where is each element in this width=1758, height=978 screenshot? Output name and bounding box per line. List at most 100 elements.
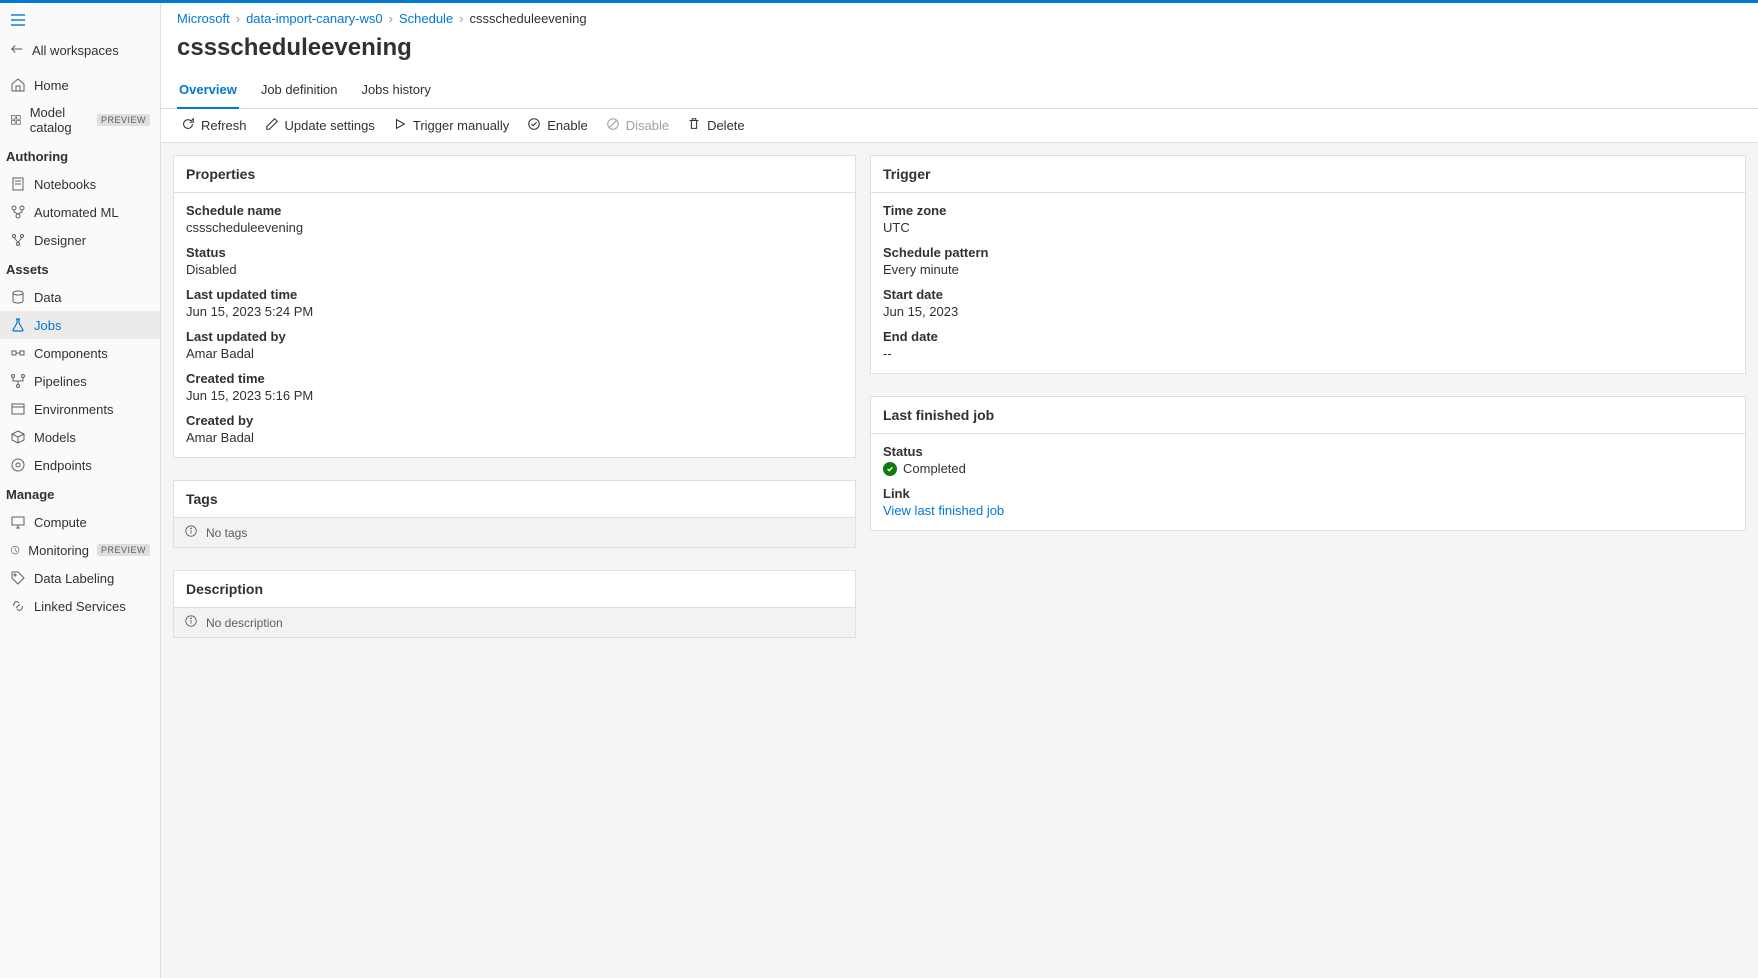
schedule-pattern-label: Schedule pattern [883, 245, 1733, 260]
hamburger-icon[interactable] [10, 15, 26, 30]
timezone-label: Time zone [883, 203, 1733, 218]
sidebar-item-pipelines[interactable]: Pipelines [0, 367, 160, 395]
sidebar-item-environments[interactable]: Environments [0, 395, 160, 423]
data-icon [10, 289, 26, 305]
disable-button: Disable [606, 117, 669, 134]
delete-button[interactable]: Delete [687, 117, 745, 134]
sidebar-item-label: Model catalog [30, 105, 89, 135]
sidebar-item-label: Pipelines [34, 374, 87, 389]
sidebar-item-endpoints[interactable]: Endpoints [0, 451, 160, 479]
created-by-value: Amar Badal [186, 430, 843, 445]
main-content: Microsoft › data-import-canary-ws0 › Sch… [161, 3, 1758, 978]
content-area: Properties Schedule namecssscheduleeveni… [161, 143, 1758, 978]
last-finished-job-card: Last finished job Status Completed Link … [870, 396, 1746, 531]
disable-label: Disable [626, 118, 669, 133]
last-updated-value: Jun 15, 2023 5:24 PM [186, 304, 843, 319]
sidebar-item-label: Data Labeling [34, 571, 114, 586]
sidebar-item-label: Jobs [34, 318, 61, 333]
properties-card: Properties Schedule namecssscheduleeveni… [173, 155, 856, 458]
breadcrumb-current: cssscheduleevening [470, 11, 587, 26]
updated-by-value: Amar Badal [186, 346, 843, 361]
sidebar-item-data[interactable]: Data [0, 283, 160, 311]
flask-icon [10, 317, 26, 333]
sidebar-item-linked-services[interactable]: Linked Services [0, 592, 160, 620]
sidebar-item-model-catalog[interactable]: Model catalog PREVIEW [0, 99, 160, 141]
preview-badge: PREVIEW [97, 544, 150, 556]
monitoring-icon [10, 542, 20, 558]
sidebar-item-home[interactable]: Home [0, 71, 160, 99]
start-date-value: Jun 15, 2023 [883, 304, 1733, 319]
sidebar-item-compute[interactable]: Compute [0, 508, 160, 536]
arrow-left-icon [10, 42, 24, 59]
endpoints-icon [10, 457, 26, 473]
environment-icon [10, 401, 26, 417]
info-icon [184, 524, 198, 541]
breadcrumb-schedule[interactable]: Schedule [399, 11, 453, 26]
sidebar-item-automl[interactable]: Automated ML [0, 198, 160, 226]
play-icon [393, 117, 407, 134]
sidebar-item-designer[interactable]: Designer [0, 226, 160, 254]
sidebar: All workspaces Home Model catalog PREVIE… [0, 3, 161, 978]
schedule-name-label: Schedule name [186, 203, 843, 218]
created-time-value: Jun 15, 2023 5:16 PM [186, 388, 843, 403]
status-value: Disabled [186, 262, 843, 277]
sidebar-item-label: Environments [34, 402, 113, 417]
sidebar-item-jobs[interactable]: Jobs [0, 311, 160, 339]
sidebar-item-models[interactable]: Models [0, 423, 160, 451]
compute-icon [10, 514, 26, 530]
last-job-header: Last finished job [871, 397, 1745, 434]
home-icon [10, 77, 26, 93]
enable-label: Enable [547, 118, 587, 133]
properties-header: Properties [174, 156, 855, 193]
description-empty-text: No description [206, 616, 283, 630]
trigger-card: Trigger Time zoneUTC Schedule patternEve… [870, 155, 1746, 374]
end-date-label: End date [883, 329, 1733, 344]
section-header-assets: Assets [0, 254, 160, 283]
tab-overview[interactable]: Overview [177, 76, 239, 109]
sidebar-item-notebooks[interactable]: Notebooks [0, 170, 160, 198]
last-job-status-label: Status [883, 444, 1733, 459]
tab-job-definition[interactable]: Job definition [259, 76, 340, 108]
refresh-button[interactable]: Refresh [181, 117, 247, 134]
last-job-link-label: Link [883, 486, 1733, 501]
designer-icon [10, 232, 26, 248]
sidebar-item-label: Models [34, 430, 76, 445]
status-label: Status [186, 245, 843, 260]
trigger-label: Trigger manually [413, 118, 509, 133]
description-card: Description No description [173, 570, 856, 638]
description-empty-row: No description [174, 608, 855, 637]
trash-icon [687, 117, 701, 134]
sidebar-item-data-labeling[interactable]: Data Labeling [0, 564, 160, 592]
timezone-value: UTC [883, 220, 1733, 235]
chevron-right-icon: › [236, 11, 240, 26]
page-title: cssscheduleevening [161, 26, 1758, 76]
section-header-manage: Manage [0, 479, 160, 508]
tab-jobs-history[interactable]: Jobs history [359, 76, 432, 108]
all-workspaces-link[interactable]: All workspaces [0, 34, 160, 71]
sidebar-item-label: Endpoints [34, 458, 92, 473]
sidebar-item-label: Data [34, 290, 61, 305]
created-time-label: Created time [186, 371, 843, 386]
sidebar-item-label: Compute [34, 515, 87, 530]
refresh-label: Refresh [201, 118, 247, 133]
breadcrumb-microsoft[interactable]: Microsoft [177, 11, 230, 26]
sidebar-item-label: Notebooks [34, 177, 96, 192]
last-job-status-value: Completed [903, 461, 966, 476]
last-updated-label: Last updated time [186, 287, 843, 302]
tags-empty-text: No tags [206, 526, 247, 540]
enable-button[interactable]: Enable [527, 117, 587, 134]
update-settings-button[interactable]: Update settings [265, 117, 375, 134]
tabs: Overview Job definition Jobs history [161, 76, 1758, 109]
breadcrumb-workspace[interactable]: data-import-canary-ws0 [246, 11, 383, 26]
delete-label: Delete [707, 118, 745, 133]
end-date-value: -- [883, 346, 1733, 361]
trigger-manually-button[interactable]: Trigger manually [393, 117, 509, 134]
info-icon [184, 614, 198, 631]
sidebar-item-monitoring[interactable]: Monitoring PREVIEW [0, 536, 160, 564]
sidebar-item-label: Components [34, 346, 108, 361]
chevron-right-icon: › [389, 11, 393, 26]
sidebar-item-label: Home [34, 78, 69, 93]
components-icon [10, 345, 26, 361]
sidebar-item-components[interactable]: Components [0, 339, 160, 367]
view-last-finished-job-link[interactable]: View last finished job [883, 503, 1004, 518]
